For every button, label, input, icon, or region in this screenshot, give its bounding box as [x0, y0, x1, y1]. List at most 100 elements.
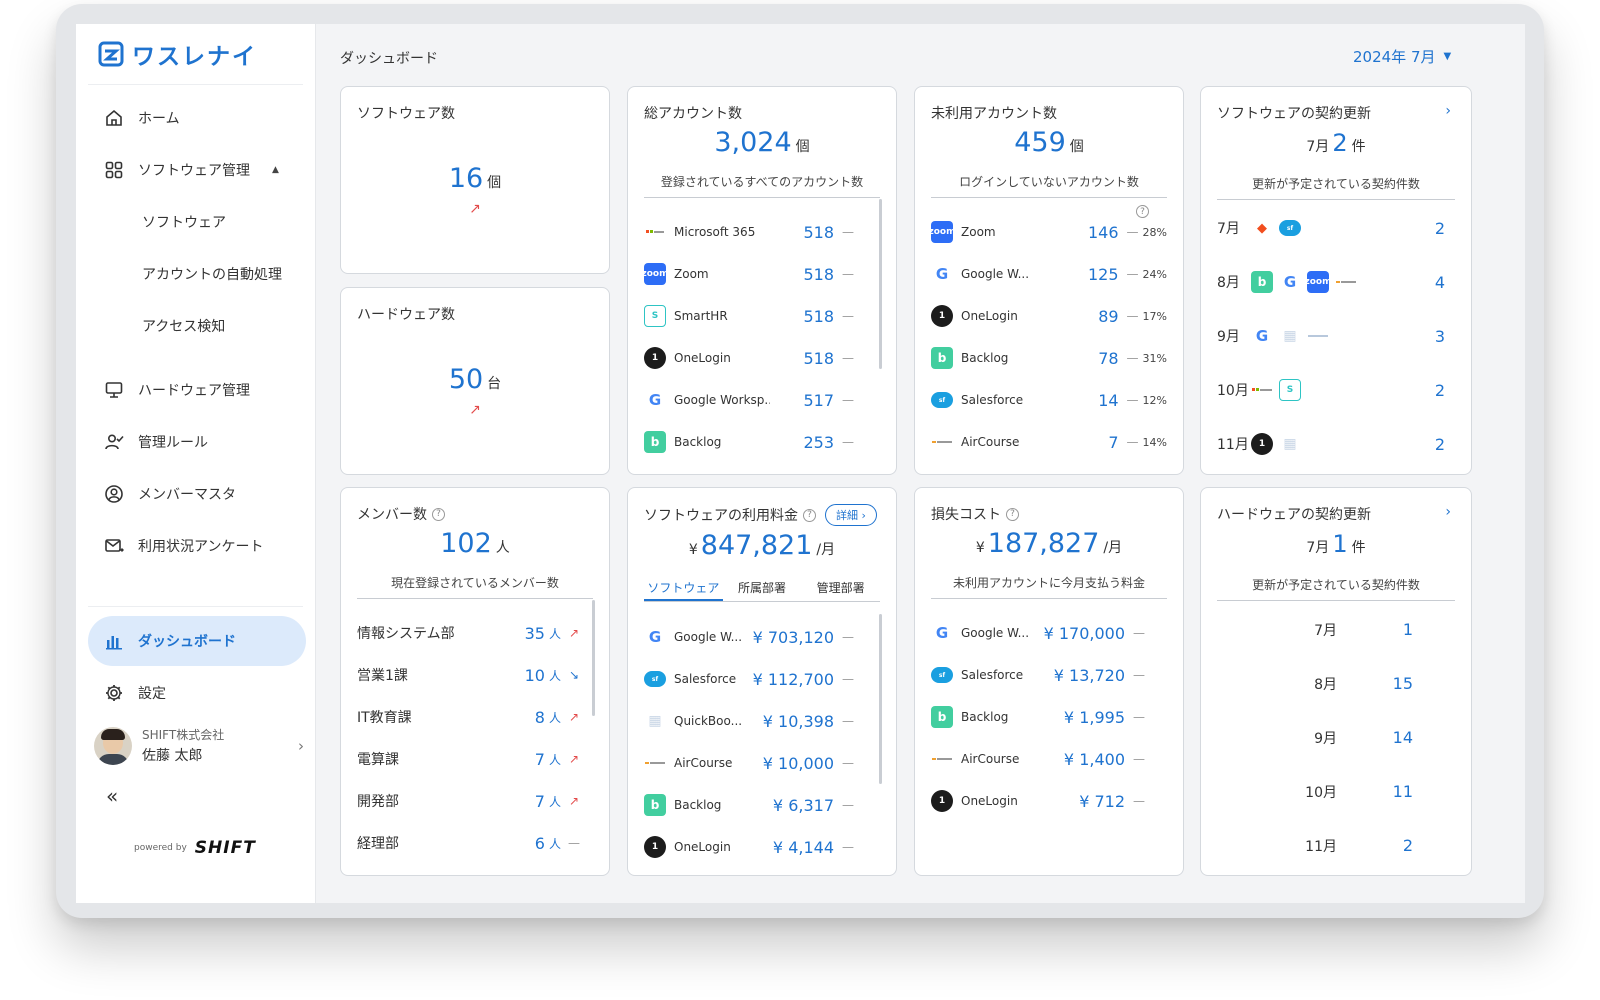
- list-item[interactable]: AirCourse ¥ 1,400—: [931, 746, 1167, 772]
- list-item[interactable]: Microsoft 365 518—: [644, 219, 880, 245]
- list-item[interactable]: b Backlog ¥ 6,317—: [644, 792, 880, 818]
- list-item[interactable]: sf Salesforce 14—12%: [931, 387, 1167, 413]
- tab-software[interactable]: ソフトウェア: [644, 578, 723, 601]
- sidebar-item-label: ソフトウェア管理: [138, 163, 250, 179]
- hardware-renewal-card[interactable]: ハードウェアの契約更新 › 7月 1 件 更新が予定されている契約件数 7月 1 8月…: [1200, 487, 1472, 876]
- brand-mark-icon: [98, 41, 124, 67]
- list-item[interactable]: 10月 11: [1201, 782, 1471, 810]
- list-item[interactable]: AirCourse 7—14%: [931, 429, 1167, 455]
- app-screen: ワスレナイ ホーム ソフトウェア管理 ▲ ソフトウェア アカウントの自動処理 ア…: [76, 24, 1525, 903]
- card-subtitle: 現在登録されているメンバー数: [357, 574, 593, 599]
- sidebar-subitem-software[interactable]: ソフトウェア: [142, 212, 226, 234]
- caret-down-icon: ▼: [1443, 51, 1452, 62]
- list-item[interactable]: G Google W... ¥ 170,000—: [931, 620, 1167, 646]
- chevron-right-icon: ›: [298, 736, 304, 755]
- trend-up-icon: ↗: [469, 201, 481, 217]
- quickbooks-logo-icon: ▦: [1283, 436, 1297, 452]
- home-icon: [106, 109, 122, 126]
- total-accounts-card[interactable]: 総アカウント数 3,024 個 登録されているすべてのアカウント数 Microso…: [627, 86, 897, 475]
- list-item[interactable]: S SmartHR 518—: [644, 303, 880, 329]
- microsoft-365-logo-icon: [1251, 379, 1273, 401]
- sidebar-item-software-management[interactable]: ソフトウェア管理 ▲: [104, 158, 279, 182]
- backlog-logo-icon: b: [931, 706, 953, 728]
- list-item[interactable]: 8月 b Gzoom 4: [1217, 267, 1455, 297]
- list-item[interactable]: sf Salesforce ¥ 13,720—: [931, 662, 1167, 688]
- sidebar-subitem-access-detection[interactable]: アクセス検知: [142, 316, 225, 338]
- list-item[interactable]: zoom Zoom 518—: [642, 261, 880, 287]
- chevron-right-icon[interactable]: ›: [1445, 504, 1451, 520]
- chevron-up-icon[interactable]: ▲: [272, 165, 279, 175]
- list-item[interactable]: zoom Zoom 146—28%: [929, 219, 1167, 245]
- software-count-card[interactable]: ソフトウェア数 16 個 ↗: [340, 86, 610, 274]
- bar-chart-icon: [106, 636, 122, 650]
- sidebar-item-dashboard[interactable]: ダッシュボード: [88, 616, 306, 666]
- card-title: ハードウェア数: [357, 307, 455, 323]
- list-item[interactable]: G Google Worksp... 517—: [644, 387, 880, 413]
- sidebar-item-usage-survey[interactable]: 利用状況アンケート: [104, 534, 263, 558]
- month-selector[interactable]: 2024年 7月 ▼: [1353, 46, 1451, 67]
- sidebar-subitem-account-automation[interactable]: アカウントの自動処理: [142, 264, 282, 286]
- software-fee-card[interactable]: ソフトウェアの利用料金? 詳細 › ¥847,821/月 ソフトウェア 所属部署 …: [627, 487, 897, 876]
- aircourse-logo-icon: [1335, 271, 1357, 293]
- user-profile[interactable]: SHIFT株式会社 佐藤 太郎 ›: [94, 726, 304, 765]
- list-item[interactable]: 7月 ◆ sf 2: [1217, 213, 1455, 243]
- sidebar-item-member-master[interactable]: メンバーマスタ: [104, 482, 236, 506]
- list-item[interactable]: b Backlog ¥ 1,995—: [931, 704, 1167, 730]
- hardware-count-card[interactable]: ハードウェア数 50 台 ↗: [340, 287, 610, 475]
- list-item[interactable]: 開発部 7 人 ↗: [357, 788, 593, 814]
- list-item[interactable]: 11月 1 ▦ 2: [1217, 429, 1455, 459]
- unused-accounts-card[interactable]: 未利用アカウント数 459 個 ログインしていないアカウント数 ? zoom Zo…: [914, 86, 1184, 475]
- google-logo-icon: G: [931, 622, 953, 644]
- help-icon[interactable]: ?: [803, 508, 816, 522]
- list-item[interactable]: 経理部 6 人 —: [357, 830, 593, 856]
- list-item[interactable]: ▦ QuickBoo... ¥ 10,398—: [644, 708, 880, 734]
- gear-icon: [106, 685, 122, 701]
- software-renewal-card[interactable]: ソフトウェアの契約更新 › 7月 2 件 更新が予定されている契約件数 7月 ◆ sf…: [1200, 86, 1472, 475]
- help-icon[interactable]: ?: [1006, 507, 1019, 521]
- list-item[interactable]: 1 OneLogin 518—: [644, 345, 880, 371]
- trend-up-icon: ↗: [568, 752, 580, 766]
- sidebar-item-home[interactable]: ホーム: [104, 106, 180, 130]
- list-item[interactable]: 7月 1: [1201, 620, 1471, 648]
- list-item[interactable]: 情報システム部 35 人 ↗: [357, 620, 593, 646]
- list-item[interactable]: 1 OneLogin ¥ 4,144—: [644, 834, 880, 860]
- sidebar-item-settings[interactable]: 設定: [104, 681, 166, 705]
- list-item[interactable]: sf Salesforce ¥ 112,700—: [644, 666, 880, 692]
- sidebar-item-label: ダッシュボード: [138, 634, 236, 650]
- backlog-logo-icon: b: [644, 431, 666, 453]
- members-card[interactable]: メンバー数? 102 人 現在登録されているメンバー数 情報システム部 35 人 ↗ 営…: [340, 487, 610, 876]
- list-item[interactable]: IT教育課 8 人 ↗: [357, 704, 593, 730]
- card-title: メンバー数?: [357, 504, 445, 524]
- detail-button[interactable]: 詳細 ›: [825, 504, 877, 526]
- list-item[interactable]: b Backlog 253—: [644, 429, 880, 455]
- list-item[interactable]: 営業1課 10 人 ↘: [357, 662, 593, 688]
- list-item[interactable]: G Google W... ¥ 703,120—: [644, 624, 880, 650]
- trend-up-icon: ↗: [568, 794, 580, 808]
- loss-cost-card[interactable]: 損失コスト? ¥187,827/月 未利用アカウントに今月支払う料金 G Goo…: [914, 487, 1184, 876]
- list-item[interactable]: 11月 2: [1201, 836, 1471, 864]
- list-item[interactable]: 9月 G ▦ 3: [1217, 321, 1455, 351]
- card-subtitle: ログインしていないアカウント数: [931, 173, 1167, 198]
- list-item[interactable]: 8月 15: [1201, 674, 1471, 702]
- help-icon[interactable]: ?: [432, 507, 445, 521]
- sidebar-item-rules[interactable]: 管理ルール: [104, 430, 208, 454]
- list-item[interactable]: 1 OneLogin ¥ 712—: [931, 788, 1167, 814]
- tab-department[interactable]: 所属部署: [723, 578, 802, 601]
- chevron-right-icon[interactable]: ›: [1445, 103, 1451, 119]
- list-item[interactable]: G Google W... 125—24%: [931, 261, 1167, 287]
- list-item[interactable]: 1 OneLogin 89—17%: [931, 303, 1167, 329]
- scrollbar[interactable]: [592, 600, 595, 716]
- list-item[interactable]: b Backlog 78—31%: [931, 345, 1167, 371]
- list-item[interactable]: 電算課 7 人 ↗: [357, 746, 593, 772]
- list-item[interactable]: AirCourse ¥ 10,000—: [644, 750, 880, 776]
- list-item[interactable]: 9月 14: [1201, 728, 1471, 756]
- help-icon[interactable]: ?: [1136, 205, 1149, 218]
- tab-management-department[interactable]: 管理部署: [801, 578, 880, 601]
- sidebar-item-hardware-management[interactable]: ハードウェア管理: [104, 378, 250, 402]
- user-name: 佐藤 太郎: [142, 748, 203, 764]
- collapse-sidebar-button[interactable]: «: [106, 784, 118, 808]
- brand-logo[interactable]: ワスレナイ: [98, 40, 257, 70]
- card-title: 損失コスト?: [931, 504, 1019, 524]
- list-item[interactable]: 10月 S 2: [1217, 375, 1455, 405]
- sidebar-item-label: 利用状況アンケート: [138, 539, 264, 555]
